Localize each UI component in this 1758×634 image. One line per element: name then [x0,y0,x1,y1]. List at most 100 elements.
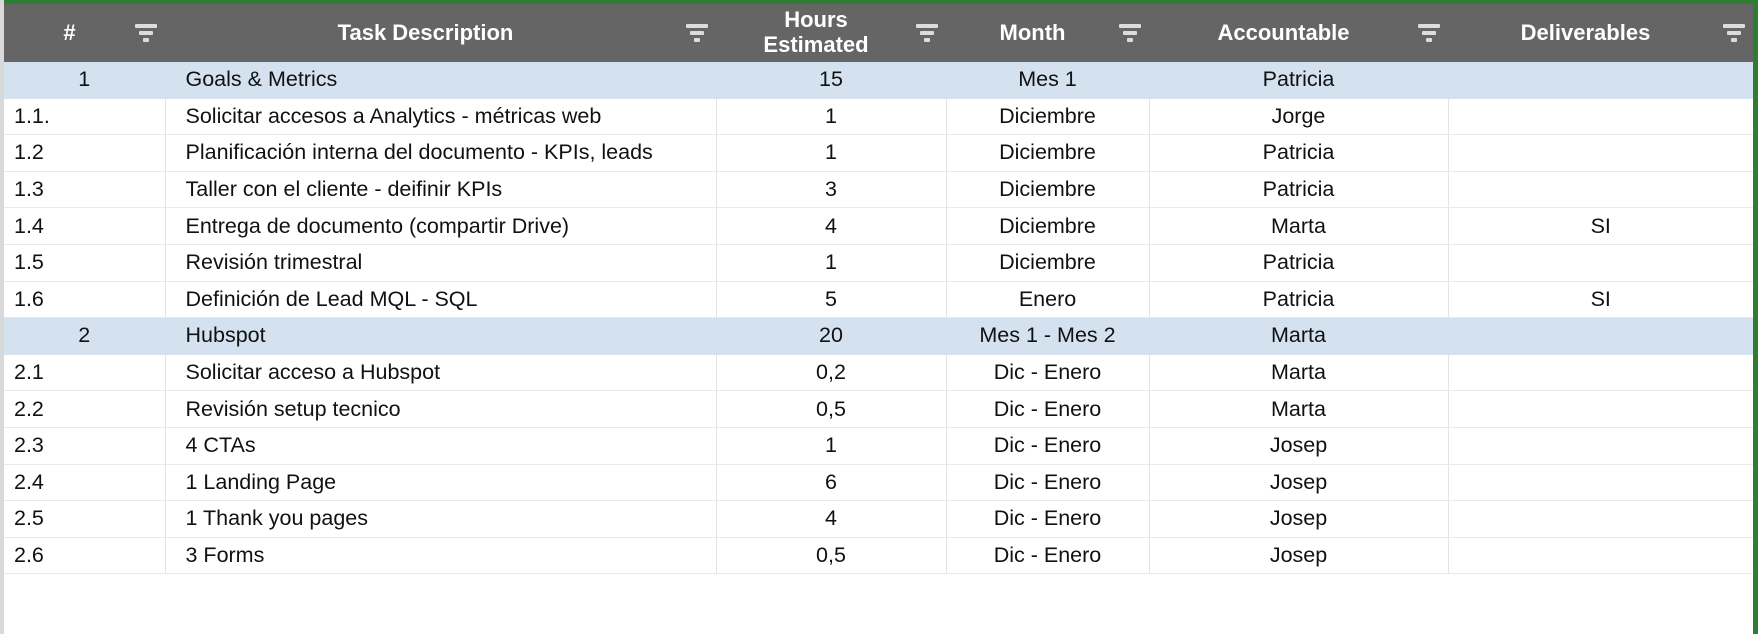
cell-hours[interactable]: 0,5 [716,391,946,428]
table-row[interactable]: 2.2Revisión setup tecnico0,5Dic - EneroM… [4,391,1753,428]
cell-month[interactable]: Diciembre [946,98,1149,135]
cell-deliv[interactable] [1448,427,1753,464]
cell-month[interactable]: Dic - Enero [946,427,1149,464]
cell-task[interactable]: Hubspot [165,318,716,355]
filter-icon[interactable] [1117,22,1143,44]
table-row[interactable]: 2.1Solicitar acceso a Hubspot0,2Dic - En… [4,354,1753,391]
cell-task[interactable]: Revisión trimestral [165,244,716,281]
section-row[interactable]: 2Hubspot20Mes 1 - Mes 2Marta [4,318,1753,355]
cell-hours[interactable]: 1 [716,427,946,464]
cell-num[interactable]: 1.6 [4,281,165,318]
section-row[interactable]: 1Goals & Metrics15Mes 1Patricia [4,62,1753,98]
cell-task[interactable]: Entrega de documento (compartir Drive) [165,208,716,245]
cell-task[interactable]: Goals & Metrics [165,62,716,98]
cell-acct[interactable]: Patricia [1149,281,1448,318]
cell-month[interactable]: Dic - Enero [946,464,1149,501]
cell-hours[interactable]: 0,5 [716,537,946,574]
cell-task[interactable]: Revisión setup tecnico [165,391,716,428]
cell-acct[interactable]: Josep [1149,427,1448,464]
cell-task[interactable]: Taller con el cliente - deifinir KPIs [165,171,716,208]
cell-month[interactable]: Diciembre [946,244,1149,281]
cell-month[interactable]: Dic - Enero [946,354,1149,391]
cell-deliv[interactable] [1448,318,1753,355]
table-row[interactable]: 1.1.Solicitar accesos a Analytics - métr… [4,98,1753,135]
cell-acct[interactable]: Patricia [1149,244,1448,281]
cell-task[interactable]: 1 Landing Page [165,464,716,501]
cell-deliv[interactable]: SI [1448,208,1753,245]
column-header-acct[interactable]: Accountable [1149,4,1448,62]
filter-icon[interactable] [684,22,710,44]
cell-month[interactable]: Diciembre [946,135,1149,172]
cell-acct[interactable]: Patricia [1149,62,1448,98]
cell-month[interactable]: Diciembre [946,171,1149,208]
cell-month[interactable]: Dic - Enero [946,391,1149,428]
filter-icon[interactable] [1721,22,1747,44]
cell-num[interactable]: 1.4 [4,208,165,245]
cell-deliv[interactable] [1448,135,1753,172]
cell-deliv[interactable] [1448,501,1753,538]
table-row[interactable]: 1.6Definición de Lead MQL - SQL5EneroPat… [4,281,1753,318]
cell-acct[interactable]: Jorge [1149,98,1448,135]
cell-deliv[interactable] [1448,98,1753,135]
column-header-month[interactable]: Month [946,4,1149,62]
cell-deliv[interactable] [1448,464,1753,501]
table-row[interactable]: 1.2Planificación interna del documento -… [4,135,1753,172]
cell-task[interactable]: Planificación interna del documento - KP… [165,135,716,172]
cell-num[interactable]: 2.3 [4,427,165,464]
cell-hours[interactable]: 1 [716,98,946,135]
cell-num[interactable]: 2.5 [4,501,165,538]
cell-month[interactable]: Mes 1 - Mes 2 [946,318,1149,355]
cell-deliv[interactable] [1448,62,1753,98]
column-header-hours[interactable]: Hours Estimated [716,4,946,62]
cell-task[interactable]: 3 Forms [165,537,716,574]
cell-deliv[interactable]: SI [1448,281,1753,318]
cell-acct[interactable]: Josep [1149,501,1448,538]
cell-task[interactable]: Definición de Lead MQL - SQL [165,281,716,318]
cell-acct[interactable]: Marta [1149,354,1448,391]
table-row[interactable]: 1.3Taller con el cliente - deifinir KPIs… [4,171,1753,208]
column-header-deliv[interactable]: Deliverables [1448,4,1753,62]
cell-deliv[interactable] [1448,537,1753,574]
cell-deliv[interactable] [1448,171,1753,208]
cell-num[interactable]: 1.1. [4,98,165,135]
cell-hours[interactable]: 4 [716,208,946,245]
cell-num[interactable]: 2.4 [4,464,165,501]
column-header-task[interactable]: Task Description [165,4,716,62]
cell-task[interactable]: Solicitar accesos a Analytics - métricas… [165,98,716,135]
cell-acct[interactable]: Patricia [1149,171,1448,208]
cell-month[interactable]: Enero [946,281,1149,318]
table-row[interactable]: 2.41 Landing Page6Dic - EneroJosep [4,464,1753,501]
cell-task[interactable]: 1 Thank you pages [165,501,716,538]
cell-acct[interactable]: Patricia [1149,135,1448,172]
cell-deliv[interactable] [1448,244,1753,281]
cell-hours[interactable]: 15 [716,62,946,98]
cell-month[interactable]: Mes 1 [946,62,1149,98]
cell-num[interactable]: 1.5 [4,244,165,281]
filter-icon[interactable] [133,22,159,44]
filter-icon[interactable] [914,22,940,44]
cell-hours[interactable]: 1 [716,135,946,172]
table-row[interactable]: 1.5Revisión trimestral1DiciembrePatricia [4,244,1753,281]
table-row[interactable]: 2.63 Forms0,5Dic - EneroJosep [4,537,1753,574]
cell-hours[interactable]: 20 [716,318,946,355]
cell-hours[interactable]: 1 [716,244,946,281]
cell-acct[interactable]: Marta [1149,318,1448,355]
cell-deliv[interactable] [1448,391,1753,428]
cell-hours[interactable]: 0,2 [716,354,946,391]
cell-num[interactable]: 2 [4,318,165,355]
table-row[interactable]: 2.34 CTAs1Dic - EneroJosep [4,427,1753,464]
cell-deliv[interactable] [1448,354,1753,391]
cell-num[interactable]: 1 [4,62,165,98]
cell-task[interactable]: Solicitar acceso a Hubspot [165,354,716,391]
cell-acct[interactable]: Josep [1149,537,1448,574]
cell-acct[interactable]: Marta [1149,208,1448,245]
cell-month[interactable]: Diciembre [946,208,1149,245]
cell-acct[interactable]: Josep [1149,464,1448,501]
filter-icon[interactable] [1416,22,1442,44]
cell-num[interactable]: 1.2 [4,135,165,172]
cell-num[interactable]: 1.3 [4,171,165,208]
cell-num[interactable]: 2.6 [4,537,165,574]
cell-hours[interactable]: 5 [716,281,946,318]
column-header-num[interactable]: # [4,4,165,62]
cell-task[interactable]: 4 CTAs [165,427,716,464]
